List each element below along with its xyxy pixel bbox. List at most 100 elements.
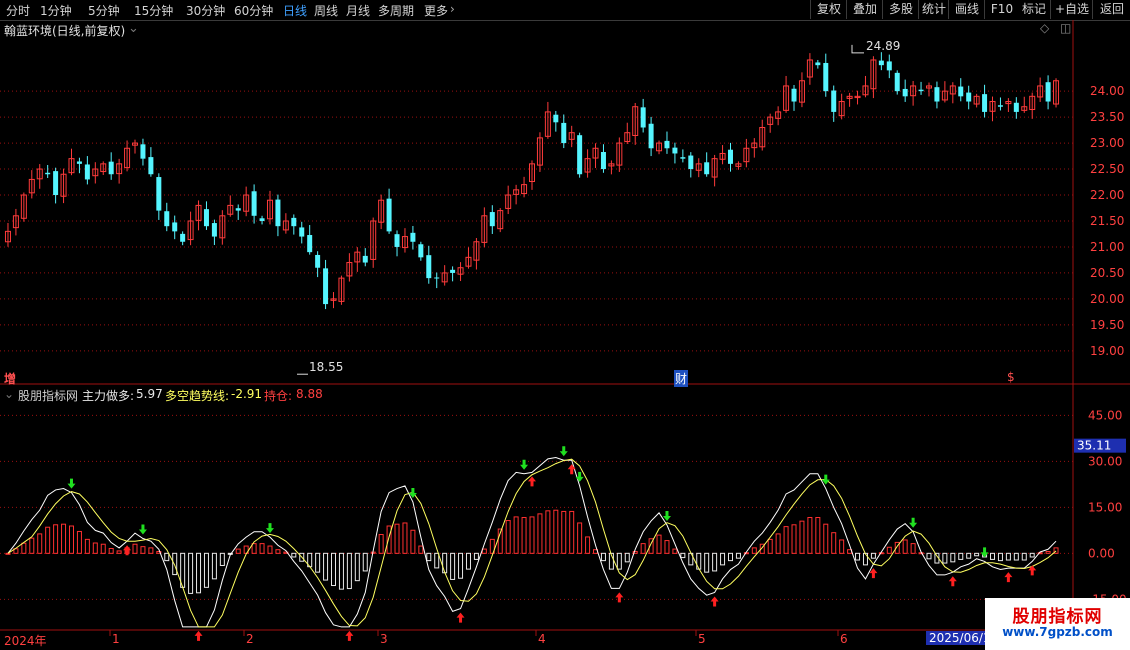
price-tick-label: 21.00 bbox=[1090, 240, 1124, 254]
multi-stock-button[interactable]: 多股 bbox=[882, 0, 919, 19]
candle bbox=[934, 81, 940, 109]
position-bar bbox=[450, 552, 456, 580]
candle bbox=[886, 54, 892, 79]
position-bar bbox=[172, 552, 178, 576]
position-bar bbox=[442, 552, 448, 574]
candle bbox=[28, 170, 35, 199]
position-value: 8.88 bbox=[296, 387, 323, 401]
candle bbox=[823, 53, 829, 97]
zeng-marker[interactable]: 增 bbox=[4, 370, 16, 387]
position-bar bbox=[751, 547, 757, 554]
time-label-3: 3 bbox=[380, 632, 388, 646]
candle bbox=[441, 265, 448, 286]
sell-arrow-icon bbox=[662, 510, 671, 521]
sell-arrow-icon bbox=[67, 478, 76, 489]
time-label-5: 5 bbox=[698, 632, 706, 646]
position-bar bbox=[624, 552, 630, 563]
candle bbox=[299, 221, 305, 244]
overlay-button[interactable]: 叠加 bbox=[846, 0, 883, 19]
position-bar bbox=[426, 552, 432, 562]
stock-chart[interactable]: 24.00 23.50 23.00 22.50 22.00 21.50 21.00 20.50… bbox=[0, 20, 1130, 650]
fuquan-button[interactable]: 复权 bbox=[810, 0, 847, 19]
position-bar bbox=[164, 552, 170, 562]
tab-daily[interactable]: 日线 bbox=[283, 2, 307, 19]
candle-body bbox=[172, 222, 178, 232]
candle bbox=[100, 161, 107, 175]
candle bbox=[989, 96, 996, 122]
dividend-marker[interactable]: $ bbox=[1007, 370, 1015, 384]
tab-60min[interactable]: 60分钟 bbox=[234, 2, 273, 19]
position-bar bbox=[100, 543, 106, 554]
tab-30min[interactable]: 30分钟 bbox=[186, 2, 225, 19]
back-button[interactable]: 返回 bbox=[1092, 0, 1130, 19]
candle bbox=[203, 201, 209, 230]
tab-monthly[interactable]: 月线 bbox=[346, 2, 370, 19]
candle bbox=[108, 152, 114, 180]
candle bbox=[624, 122, 631, 145]
candle bbox=[910, 80, 917, 106]
position-bar bbox=[704, 552, 710, 573]
position-bar bbox=[926, 552, 932, 560]
tab-1min[interactable]: 1分钟 bbox=[40, 2, 72, 19]
candle-body bbox=[823, 62, 829, 92]
tab-15min[interactable]: 15分钟 bbox=[134, 2, 173, 19]
candle-body bbox=[1013, 102, 1019, 112]
position-bar bbox=[458, 552, 464, 579]
buy-arrow-icon bbox=[1004, 572, 1013, 583]
position-bar bbox=[259, 543, 265, 554]
position-bar bbox=[767, 538, 773, 554]
candle bbox=[878, 52, 884, 71]
candle bbox=[783, 75, 790, 113]
candle bbox=[505, 185, 512, 215]
stats-button[interactable]: 统计 bbox=[918, 0, 949, 19]
tab-more[interactable]: 更多 bbox=[424, 2, 448, 19]
candle bbox=[688, 152, 694, 178]
f10-button[interactable]: F10 bbox=[984, 0, 1019, 19]
position-bar bbox=[958, 552, 964, 560]
candle bbox=[156, 173, 162, 220]
sell-arrow-icon bbox=[980, 547, 989, 558]
candle bbox=[338, 275, 345, 305]
low-price-label: 18.55 bbox=[309, 360, 344, 374]
position-bar bbox=[61, 523, 67, 554]
tab-weekly[interactable]: 周线 bbox=[314, 2, 338, 19]
tab-multi-period[interactable]: 多周期 bbox=[378, 2, 414, 19]
position-bar bbox=[203, 552, 209, 588]
position-bar bbox=[267, 545, 273, 554]
candle bbox=[219, 210, 226, 245]
candle bbox=[672, 142, 678, 164]
stock-title: 翰蓝环境(日线,前复权) bbox=[4, 24, 126, 38]
candle bbox=[806, 53, 813, 85]
position-bar bbox=[188, 552, 194, 594]
candle bbox=[282, 213, 289, 234]
diamond-icon[interactable]: ◇ bbox=[1040, 21, 1049, 35]
draw-line-button[interactable]: 画线 bbox=[948, 0, 985, 19]
candle bbox=[259, 215, 265, 225]
window-icon[interactable]: ◫ bbox=[1060, 21, 1071, 35]
position-bar bbox=[680, 552, 686, 559]
position-bar bbox=[910, 543, 916, 554]
sell-arrow-icon bbox=[559, 446, 568, 457]
candle bbox=[751, 138, 758, 158]
candle bbox=[434, 272, 440, 289]
finance-marker[interactable]: 财 bbox=[674, 370, 689, 387]
position-bar bbox=[529, 516, 535, 554]
candle-body bbox=[410, 232, 416, 242]
candle bbox=[656, 140, 663, 155]
chevron-down-icon[interactable]: ⌄ bbox=[128, 21, 139, 36]
candle bbox=[164, 202, 170, 232]
chevron-right-icon[interactable]: › bbox=[450, 2, 455, 16]
tab-5min[interactable]: 5分钟 bbox=[88, 2, 120, 19]
position-bar bbox=[735, 552, 741, 559]
mark-button[interactable]: 标记 bbox=[1018, 0, 1050, 19]
price-tick-label: 23.50 bbox=[1090, 110, 1124, 124]
candle bbox=[664, 131, 670, 154]
position-bar bbox=[45, 526, 51, 554]
candle bbox=[870, 56, 877, 99]
add-watchlist-button[interactable]: +自选 bbox=[1050, 0, 1093, 19]
price-tick-label: 22.00 bbox=[1090, 188, 1124, 202]
tab-fenshi[interactable]: 分时 bbox=[6, 2, 30, 19]
indicator-chevron-icon[interactable]: ⌄ bbox=[4, 387, 14, 401]
candle bbox=[481, 207, 488, 248]
candle bbox=[1029, 92, 1036, 119]
